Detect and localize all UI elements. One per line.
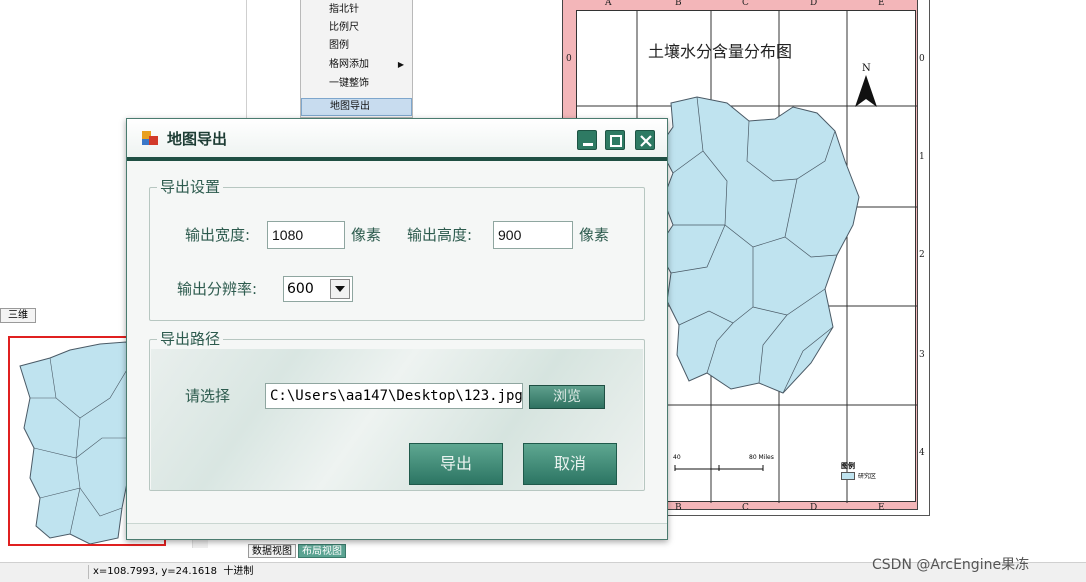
path-input[interactable]: C:\Users\aa147\Desktop\123.jpg bbox=[265, 383, 523, 409]
dialog-titlebar[interactable]: 地图导出 bbox=[127, 119, 667, 157]
pane-divider bbox=[246, 0, 247, 120]
coords-mode: 十进制 bbox=[223, 566, 254, 577]
export-path-legend: 导出路径 bbox=[157, 328, 224, 349]
map-legend-swatch bbox=[841, 472, 855, 480]
width-input[interactable] bbox=[267, 221, 345, 249]
export-button[interactable]: 导出 bbox=[409, 443, 503, 485]
select-path-label: 请选择 bbox=[185, 387, 231, 405]
scale-label-80: 80 Miles bbox=[749, 454, 774, 461]
north-arrow-icon: N bbox=[855, 63, 877, 107]
menu-item-label: 比例尺 bbox=[329, 22, 359, 33]
minimize-icon bbox=[583, 143, 593, 146]
browse-button[interactable]: 浏览 bbox=[529, 385, 605, 409]
menu-item-scale-bar[interactable]: 比例尺 bbox=[301, 19, 412, 37]
north-label: N bbox=[862, 63, 871, 74]
app-icon bbox=[142, 131, 158, 145]
dpi-label: 输出分辨率: bbox=[177, 280, 258, 298]
grid-row-label: 1 bbox=[919, 152, 925, 162]
status-separator bbox=[88, 565, 89, 579]
height-input[interactable] bbox=[493, 221, 573, 249]
menu-item-label: 格网添加 bbox=[329, 59, 369, 70]
dpi-select[interactable]: 600 bbox=[283, 276, 353, 302]
map-legend-item: 研究区 bbox=[858, 473, 877, 480]
cancel-button[interactable]: 取消 bbox=[523, 443, 617, 485]
grid-col-label: A bbox=[605, 0, 612, 8]
close-button[interactable] bbox=[635, 130, 655, 150]
dialog-title: 地图导出 bbox=[167, 130, 228, 148]
context-menu: 指北针 比例尺 图例 格网添加 ▶ 一键整饰 地图导出 bbox=[300, 0, 413, 118]
grid-col-label: D bbox=[810, 503, 818, 513]
menu-item-map-export[interactable]: 地图导出 bbox=[301, 98, 412, 116]
grid-col-label: C bbox=[742, 503, 749, 513]
grid-col-label: E bbox=[878, 0, 885, 8]
coords-text: x=108.7993, y=24.1618 bbox=[93, 566, 218, 577]
menu-item-label: 指北针 bbox=[329, 4, 359, 15]
menu-item-label: 地图导出 bbox=[330, 101, 370, 112]
grid-row-label: 4 bbox=[919, 448, 925, 458]
dialog-footer bbox=[127, 523, 667, 539]
menu-item-legend[interactable]: 图例 bbox=[301, 37, 412, 55]
map-export-dialog: 地图导出 导出设置 输出宽度: 像素 输出高度: 像素 输出分辨率: 600 bbox=[126, 118, 668, 540]
dpi-value: 600 bbox=[287, 281, 314, 297]
width-unit-label: 像素 bbox=[351, 226, 382, 244]
grid-col-label: B bbox=[675, 0, 682, 8]
grid-row-label: 0 bbox=[566, 54, 572, 64]
dpi-dropdown-button[interactable] bbox=[330, 279, 350, 299]
chevron-down-icon bbox=[335, 286, 345, 292]
tab-3d[interactable]: 三维 bbox=[0, 308, 36, 323]
menu-item-one-click-decorate[interactable]: 一键整饰 bbox=[301, 75, 412, 93]
grid-col-label: D bbox=[810, 0, 818, 8]
menu-item-label: 一键整饰 bbox=[329, 78, 369, 89]
height-label: 输出高度: bbox=[407, 226, 473, 244]
view-tabs: 数据视图 布局视图 bbox=[248, 544, 348, 560]
map-title: 土壤水分含量分布图 bbox=[648, 42, 793, 61]
maximize-button[interactable] bbox=[605, 130, 625, 150]
grid-col-label: E bbox=[878, 503, 885, 513]
grid-row-label: 2 bbox=[919, 250, 925, 260]
width-label: 输出宽度: bbox=[185, 226, 251, 244]
minimize-button[interactable] bbox=[577, 130, 597, 150]
submenu-arrow-icon: ▶ bbox=[397, 60, 404, 69]
export-settings-group bbox=[149, 187, 645, 321]
app-window: 指北针 比例尺 图例 格网添加 ▶ 一键整饰 地图导出 N 40 80 Mile… bbox=[0, 0, 1086, 582]
grid-row-label: 0 bbox=[919, 54, 925, 64]
grid-row-label: 3 bbox=[919, 350, 925, 360]
status-coords: x=108.7993, y=24.1618 十进制 bbox=[93, 563, 253, 581]
watermark: CSDN @ArcEngine果冻 bbox=[872, 557, 1030, 573]
maximize-icon bbox=[610, 135, 622, 147]
titlebar-accent-line bbox=[127, 157, 667, 161]
menu-item-grid-add[interactable]: 格网添加 ▶ bbox=[301, 56, 412, 74]
export-settings-legend: 导出设置 bbox=[157, 176, 224, 197]
grid-col-label: C bbox=[742, 0, 749, 8]
tab-data-view[interactable]: 数据视图 bbox=[248, 544, 296, 558]
tab-layout-view[interactable]: 布局视图 bbox=[298, 544, 346, 558]
grid-col-label: B bbox=[675, 503, 682, 513]
map-legend-title: 图例 bbox=[841, 462, 855, 470]
close-icon bbox=[640, 135, 652, 147]
height-unit-label: 像素 bbox=[579, 226, 610, 244]
menu-item-label: 图例 bbox=[329, 40, 349, 51]
scale-label-40: 40 bbox=[673, 454, 681, 461]
menu-item-north-arrow[interactable]: 指北针 bbox=[301, 1, 412, 19]
